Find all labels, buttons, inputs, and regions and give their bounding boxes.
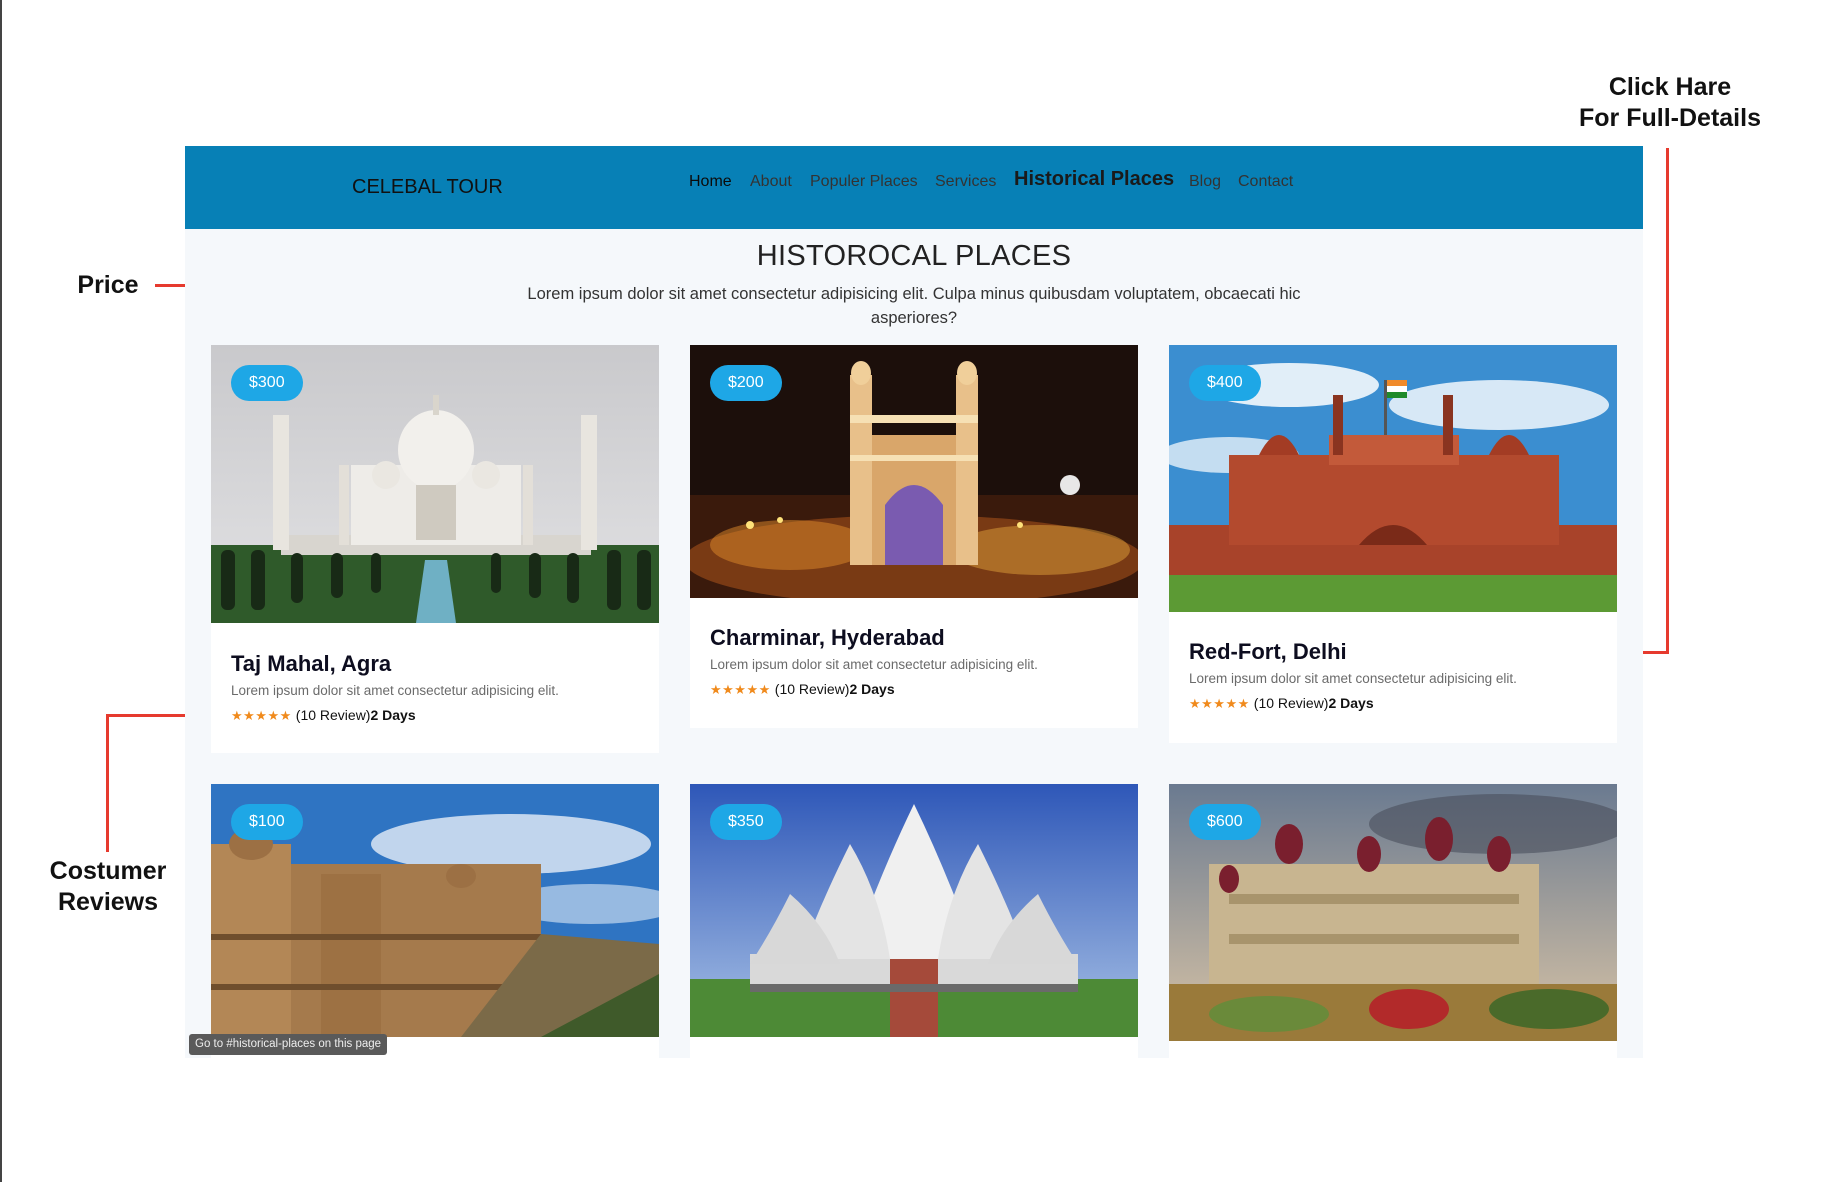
price-badge: $100 xyxy=(231,804,303,840)
price-badge: $400 xyxy=(1189,365,1261,401)
nav-historical-places[interactable]: Historical Places xyxy=(1014,168,1174,191)
place-card-taj-mahal[interactable]: $300 Taj Mahal, Agra Lorem ipsum dolor s… xyxy=(211,345,659,753)
annotation-reviews-line1: Costumer xyxy=(49,857,167,885)
annotation-details-line1: Click Hare xyxy=(1608,73,1732,101)
trip-duration: 2 Days xyxy=(1328,695,1374,711)
status-bar-link-tooltip: Go to #historical-places on this page xyxy=(189,1034,388,1055)
section-subtitle: Lorem ipsum dolor sit amet consectetur a… xyxy=(527,285,1301,327)
place-card-fort[interactable]: $100 xyxy=(211,784,659,1058)
card-description: Lorem ipsum dolor sit amet consectetur a… xyxy=(231,683,559,698)
card-description: Lorem ipsum dolor sit amet consectetur a… xyxy=(1189,671,1517,686)
website-viewport: CELEBAL TOUR Home About Populer Places S… xyxy=(185,146,1643,1058)
annotation-details: Click Hare For Full-Details xyxy=(1555,72,1785,133)
price-badge: $350 xyxy=(710,804,782,840)
trip-duration: 2 Days xyxy=(849,681,895,697)
navbar: CELEBAL TOUR Home About Populer Places S… xyxy=(185,146,1643,229)
card-rating-row: ★★★★★ (10 Review)2 Days xyxy=(1189,695,1374,712)
price-badge: $600 xyxy=(1189,804,1261,840)
annotation-reviews: Costumer Reviews xyxy=(28,856,188,917)
price-badge: $200 xyxy=(710,365,782,401)
annotation-reviews-line-v xyxy=(106,714,109,852)
annotation-price: Price xyxy=(77,271,139,299)
place-card-lotus-temple[interactable]: $350 xyxy=(690,784,1138,1058)
review-count: (10 Review) xyxy=(774,681,850,697)
trip-duration: 2 Days xyxy=(370,707,416,723)
card-title[interactable]: Charminar, Hyderabad xyxy=(710,625,945,651)
rating-stars-icon: ★★★★★ xyxy=(1189,696,1250,711)
card-title[interactable]: Red-Fort, Delhi xyxy=(1189,639,1347,665)
nav-contact[interactable]: Contact xyxy=(1238,173,1293,191)
nav-about[interactable]: About xyxy=(750,173,792,191)
review-count: (10 Review) xyxy=(295,707,371,723)
section-title: HISTOROCAL PLACES xyxy=(756,240,1072,272)
nav-services[interactable]: Services xyxy=(935,173,996,191)
annotation-details-line2: For Full-Details xyxy=(1579,103,1761,132)
place-card-red-fort[interactable]: $400 Red-Fort, Delhi Lorem ipsum dolor s… xyxy=(1169,345,1617,743)
review-count: (10 Review) xyxy=(1253,695,1329,711)
card-title[interactable]: Taj Mahal, Agra xyxy=(231,651,391,677)
nav-blog[interactable]: Blog xyxy=(1189,173,1221,191)
nav-home[interactable]: Home xyxy=(689,173,732,191)
left-border xyxy=(0,0,2,1182)
nav-populer-places[interactable]: Populer Places xyxy=(810,173,918,191)
card-rating-row: ★★★★★ (10 Review)2 Days xyxy=(710,681,895,698)
annotation-reviews-line2: Reviews xyxy=(57,887,159,916)
place-card-mysore-palace[interactable]: $600 xyxy=(1169,784,1617,1058)
rating-stars-icon: ★★★★★ xyxy=(231,708,292,723)
card-rating-row: ★★★★★ (10 Review)2 Days xyxy=(231,707,416,724)
brand-logo-text[interactable]: CELEBAL TOUR xyxy=(352,176,503,199)
price-badge: $300 xyxy=(231,365,303,401)
annotation-details-line-v xyxy=(1666,148,1669,654)
place-card-charminar[interactable]: $200 Charminar, Hyderabad Lorem ipsum do… xyxy=(690,345,1138,728)
rating-stars-icon: ★★★★★ xyxy=(710,682,771,697)
card-description: Lorem ipsum dolor sit amet consectetur a… xyxy=(710,657,1038,672)
